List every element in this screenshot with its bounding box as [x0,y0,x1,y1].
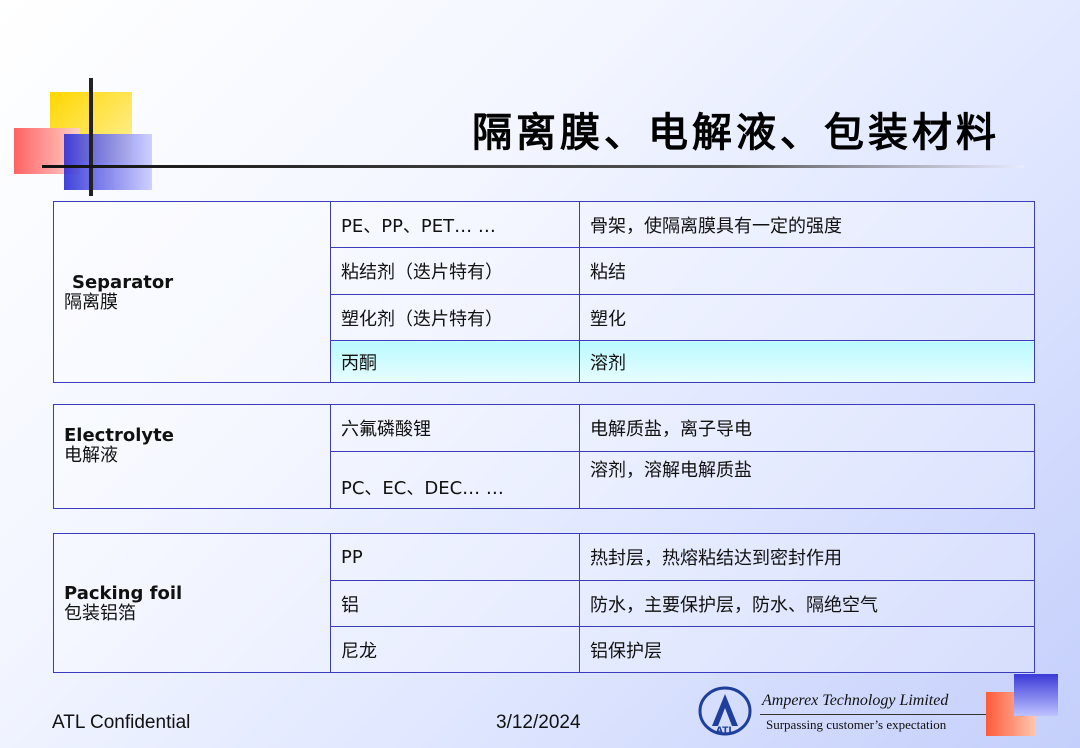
svg-text:ATL: ATL [716,726,734,736]
function-cell: 铝保护层 [579,626,1035,673]
title-underline [42,165,1024,168]
function-cell: 骨架，使隔离膜具有一定的强度 [579,201,1035,248]
company-slogan: Surpassing customer’s expectation [766,717,947,732]
component-cell: 粘结剂（迭片特有） [330,247,580,295]
function-cell: 溶剂 [579,340,1035,383]
table-row: Electrolyte 电解液 六氟磷酸锂 电解质盐，离子导电 [53,404,1035,509]
section-label-en: Separator [72,271,174,293]
function-cell: 塑化 [579,294,1035,341]
function-cell: 粘结 [579,247,1035,295]
function-cell: 电解质盐，离子导电 [579,404,1035,452]
function-cell: 热封层，热熔粘结达到密封作用 [579,533,1035,581]
atl-logo-icon: ATL [698,686,752,736]
component-cell: 丙酮 [330,340,580,383]
section-label-en: Packing foil [64,582,183,604]
packing-foil-table: Packing foil 包装铝箔 PP 热封层，热熔粘结达到密封作用 铝 防水… [53,533,1035,673]
section-label-zh: 隔离膜 [64,291,118,313]
component-cell: 尼龙 [330,626,580,673]
separator-table: Separator 隔离膜 PE、PP、PET… … 骨架，使隔离膜具有一定的强… [53,201,1035,383]
decor-vertical-line [89,78,93,196]
slide-title: 隔离膜、电解液、包装材料 [472,109,1000,156]
table-row: Packing foil 包装铝箔 PP 热封层，热熔粘结达到密封作用 [53,533,1035,673]
electrolyte-table: Electrolyte 电解液 六氟磷酸锂 电解质盐，离子导电 PC、EC、DE… [53,404,1035,509]
section-label: Packing foil 包装铝箔 [53,533,331,673]
company-name: Amperex Technology Limited [762,692,949,709]
footer-confidential: ATL Confidential [52,712,191,733]
section-label-en: Electrolyte [64,425,174,446]
section-label-zh: 电解液 [64,445,118,466]
decor-blue-square-bottom [1014,674,1058,716]
function-cell: 防水，主要保护层，防水、隔绝空气 [579,580,1035,627]
function-cell: 溶剂，溶解电解质盐 [579,451,1035,509]
section-label: Electrolyte 电解液 [53,404,331,509]
section-label-zh: 包装铝箔 [64,602,136,624]
component-cell: 六氟磷酸锂 [330,404,580,452]
component-cell: 铝 [330,580,580,627]
component-cell: 塑化剂（迭片特有） [330,294,580,341]
decor-blue-square [64,134,152,190]
footer-date: 3/12/2024 [496,712,581,733]
section-label: Separator 隔离膜 [53,201,331,383]
component-cell: PC、EC、DEC… … [330,451,580,509]
component-cell: PE、PP、PET… … [330,201,580,248]
component-cell: PP [330,533,580,581]
table-row: Separator 隔离膜 PE、PP、PET… … 骨架，使隔离膜具有一定的强… [53,201,1035,383]
